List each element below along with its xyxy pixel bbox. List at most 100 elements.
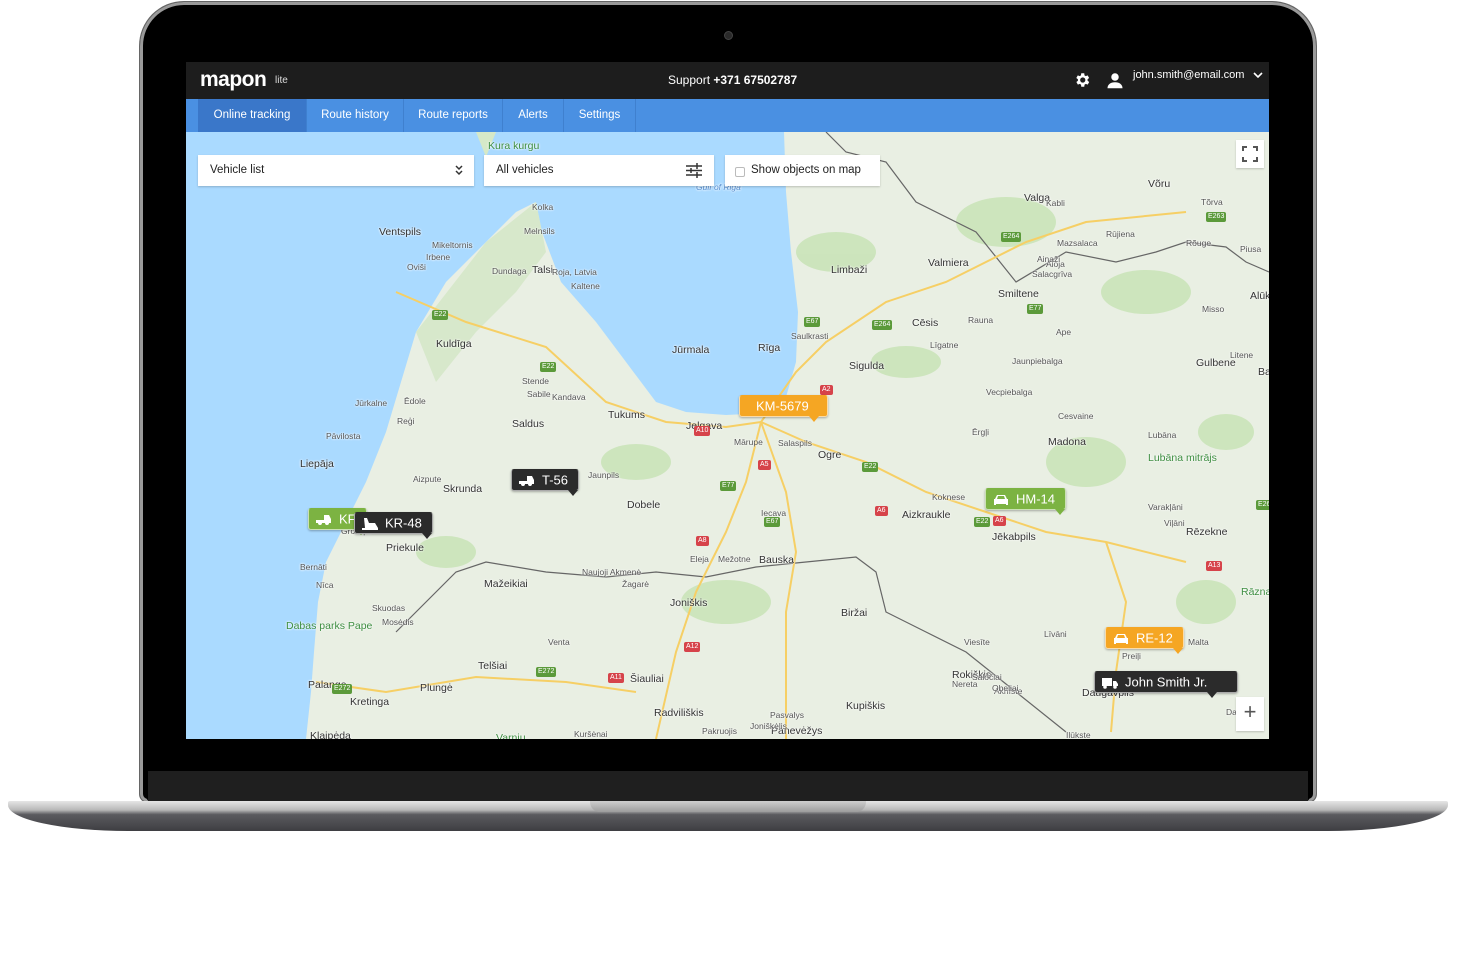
map-label: Preiļi xyxy=(1122,651,1141,661)
map-label: Jēkabpils xyxy=(992,531,1036,543)
map-label: Liepāja xyxy=(300,458,334,470)
map-label: Mazsalaca xyxy=(1057,238,1098,248)
map-label: Madona xyxy=(1048,436,1086,448)
support-info: Support +371 67502787 xyxy=(668,73,797,87)
vehicle-list-dropdown[interactable]: Vehicle list xyxy=(198,155,474,186)
map-label: Ilūkste xyxy=(1066,730,1091,739)
map-label: Bernāti xyxy=(300,562,327,572)
map-label: Līvāni xyxy=(1044,629,1067,639)
road-shield: A6 xyxy=(875,506,888,516)
chevron-down-icon[interactable] xyxy=(1253,70,1263,80)
vehicle-marker-re-12[interactable]: RE-12 xyxy=(1105,627,1184,654)
vehicle-label: John Smith Jr. xyxy=(1125,674,1208,690)
road-shield: A11 xyxy=(608,673,624,683)
map-label: Līgatne xyxy=(930,340,959,350)
map-label: Klaipėda xyxy=(310,730,351,739)
map-label: Kupiškis xyxy=(846,700,886,712)
map-label: Kabli xyxy=(1046,198,1065,208)
map-label: Malta xyxy=(1188,637,1209,647)
map-label: Šiauliai xyxy=(630,673,664,685)
sliders-icon[interactable] xyxy=(686,163,702,178)
road-shield: A2 xyxy=(820,385,833,395)
map-label: Saldus xyxy=(512,418,545,430)
map-label: Misso xyxy=(1202,304,1225,314)
tab-online-tracking[interactable]: Online tracking xyxy=(198,99,307,132)
map-label: Cēsis xyxy=(912,317,939,329)
map-label: Cesvaine xyxy=(1058,411,1094,421)
vehicle-marker-t-56[interactable]: T-56 xyxy=(511,469,580,496)
map-label: Balvi xyxy=(1258,366,1269,378)
car-icon xyxy=(1114,633,1128,644)
map-label: Smiltene xyxy=(998,288,1039,300)
map-label: Viļāni xyxy=(1164,518,1185,528)
map-label: Mikeltornis xyxy=(432,240,473,250)
map-label: Talsi xyxy=(532,264,554,276)
map-label: Salaspils xyxy=(778,438,813,448)
road-shield: E77 xyxy=(720,481,737,491)
map-label: Viesīte xyxy=(964,637,990,647)
vehicle-list-label: Vehicle list xyxy=(210,164,265,176)
gear-icon[interactable] xyxy=(1073,71,1091,89)
map-label: Ventspils xyxy=(379,226,422,238)
map-label: Kuršėnai xyxy=(574,729,608,739)
car-icon xyxy=(994,494,1008,505)
map-label: Bauska xyxy=(759,554,795,566)
vehicle-filter-dropdown[interactable]: All vehicles xyxy=(484,155,714,186)
map-label: Koknese xyxy=(932,492,966,502)
road-shield: A12 xyxy=(684,642,701,652)
map-label: Jūrkalne xyxy=(355,398,388,408)
roller-icon xyxy=(362,517,378,530)
tab-route-history[interactable]: Route history xyxy=(307,99,404,132)
road-shield: E22 xyxy=(540,362,557,372)
top-bar: mapon lite Support +371 67502787 john.sm… xyxy=(186,62,1269,99)
user-icon[interactable] xyxy=(1106,71,1124,89)
double-chevron-down-icon xyxy=(455,165,463,176)
road-shield: A13 xyxy=(1206,561,1223,571)
map-label: Biržai xyxy=(841,607,868,619)
vehicle-label: KM-5679 xyxy=(756,398,809,414)
map-label: Obeliai xyxy=(992,683,1019,693)
delivery-truck-icon xyxy=(1102,677,1118,689)
map-label: Mārupe xyxy=(734,437,763,447)
map-label: Kaltene xyxy=(571,281,600,291)
map-label: Rāznas nacionālais parks xyxy=(1241,586,1269,598)
map-label: Naujoji Akmenė xyxy=(582,567,642,577)
map-label: Telšiai xyxy=(478,660,508,672)
map-label: Oviši xyxy=(407,262,426,272)
vehicle-marker-john-smith-jr[interactable]: John Smith Jr. xyxy=(1094,671,1239,698)
map-canvas[interactable]: VentspilsTalsiKuldīgaSaldusLiepājaJelgav… xyxy=(186,132,1269,739)
show-objects-toggle[interactable]: Show objects on map xyxy=(725,155,880,186)
map-label: Dabas parks Pape xyxy=(286,620,373,632)
truck-tractor-icon xyxy=(519,475,534,486)
map-label: Dundaga xyxy=(492,266,527,276)
map-label: Saulkrasti xyxy=(791,331,829,341)
vehicle-marker-hm-14[interactable]: HM-14 xyxy=(985,488,1067,515)
map-label: Rīga xyxy=(758,342,781,354)
vehicle-label: RE-12 xyxy=(1136,630,1173,646)
tab-settings[interactable]: Settings xyxy=(564,99,636,132)
mapon-logo[interactable]: mapon xyxy=(200,68,267,92)
vehicle-marker-km-5679[interactable]: KM-5679 xyxy=(739,395,828,422)
road-shield: E272 xyxy=(536,667,557,677)
road-shield: E263 xyxy=(1206,212,1227,222)
tab-alerts[interactable]: Alerts xyxy=(503,99,564,132)
map-label: Ogre xyxy=(818,449,842,461)
map-label: Pāvilosta xyxy=(326,431,361,441)
tab-route-reports[interactable]: Route reports xyxy=(404,99,503,132)
map-label: Reģi xyxy=(397,416,415,426)
vehicle-marker-kr-48[interactable]: KR-48 xyxy=(354,512,433,539)
zoom-in-button[interactable]: + xyxy=(1236,697,1264,731)
fullscreen-button[interactable] xyxy=(1236,140,1264,168)
map-label: Rauna xyxy=(968,315,994,325)
user-email[interactable]: john.smith@email.com xyxy=(1133,69,1244,81)
support-phone[interactable]: +371 67502787 xyxy=(713,73,797,87)
map-label: Joniškis xyxy=(670,597,708,609)
map-label: Venta xyxy=(548,637,570,647)
map-label: Piusa xyxy=(1240,244,1262,254)
vehicle-label: T-56 xyxy=(542,472,569,488)
map-label: Litene xyxy=(1230,350,1254,360)
fullscreen-icon xyxy=(1242,146,1258,162)
show-objects-label: Show objects on map xyxy=(751,164,861,176)
truck-tractor-icon xyxy=(316,514,331,525)
show-objects-checkbox[interactable] xyxy=(735,167,745,177)
